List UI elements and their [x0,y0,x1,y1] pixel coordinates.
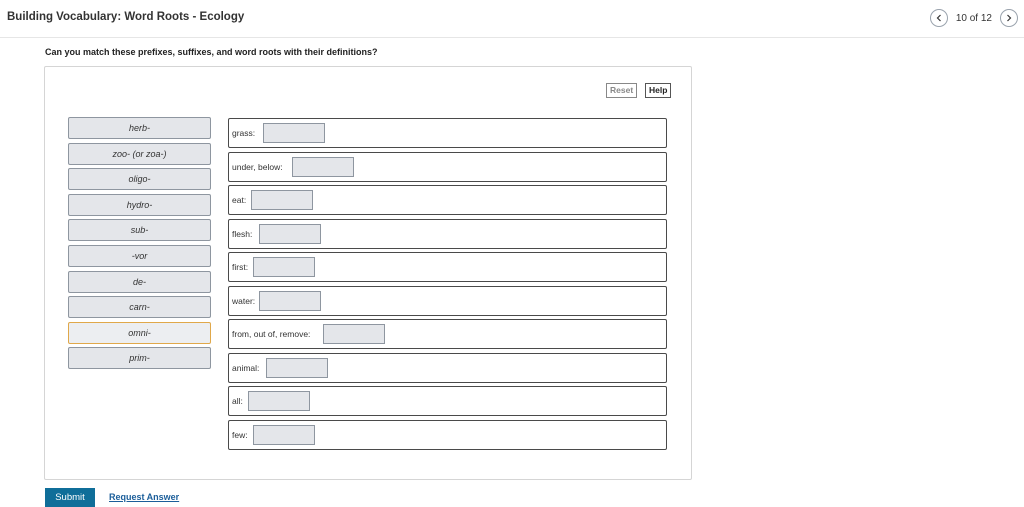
pagination: 10 of 12 [929,9,1018,27]
page-count: 10 of 12 [955,12,992,24]
definition-label: water: [232,295,256,306]
definition-label: under, below: [232,161,283,172]
definition-row-3: flesh: [228,218,667,249]
definition-label: first: [232,262,249,272]
submit-button[interactable]: Submit [45,488,95,507]
next-button[interactable] [1000,9,1018,27]
drop-target[interactable] [251,190,313,210]
definition-row-8: all: [228,386,667,416]
chip-8[interactable]: omni- [68,321,211,344]
definition-row-6: from, out of, remove: [228,319,667,349]
drop-target[interactable] [292,156,354,177]
definition-label: eat: [232,195,247,205]
top-bar: Building Vocabulary: Word Roots - Ecolog… [0,0,1024,38]
previous-button[interactable] [929,9,948,27]
question-text: Can you match these prefixes, suffixes, … [45,47,378,57]
drop-target[interactable] [259,223,321,244]
definition-row-2: eat: [228,185,667,215]
chip-1[interactable]: zoo- (or zoa-) [68,142,211,165]
drop-target[interactable] [266,357,328,378]
drop-target[interactable] [263,123,325,143]
drop-target[interactable] [323,324,385,344]
chip-9[interactable]: prim- [68,347,211,370]
chevron-left-icon [936,14,941,22]
definition-row-4: first: [228,252,667,282]
drop-target[interactable] [253,424,315,445]
chip-4[interactable]: sub- [68,219,211,242]
definition-label: from, out of, remove: [232,329,311,339]
definition-label: few: [232,429,248,440]
chip-5[interactable]: -vor [68,245,211,267]
drop-target[interactable] [248,391,310,411]
definition-row-5: water: [228,285,667,316]
matching-panel: Reset Help herb-zoo- (or zoa-) oligo-hydr… [44,66,692,480]
definition-row-1: under, below: [228,151,667,182]
help-button[interactable]: Help [645,83,672,98]
drop-target[interactable] [259,290,321,311]
definition-label: flesh: [232,228,253,239]
chip-3[interactable]: hydro- [68,193,211,216]
request-answer-link[interactable]: Request Answer [109,492,179,502]
chip-6[interactable]: de- [68,270,211,293]
chip-0[interactable]: herb- [68,117,211,139]
definition-row-9: few: [228,419,667,450]
definition-row-7: animal: [228,352,667,383]
chip-7[interactable]: carn- [68,296,211,319]
reset-button[interactable]: Reset [606,83,638,98]
definition-row-0: grass: [228,118,667,148]
page-title: Building Vocabulary: Word Roots - Ecolog… [7,11,245,23]
definition-label: all: [232,396,243,406]
chevron-right-icon [1007,14,1012,22]
definition-label: animal: [232,362,260,373]
drop-target[interactable] [253,257,315,277]
definition-label: grass: [232,128,256,138]
chip-2[interactable]: oligo- [68,168,211,191]
